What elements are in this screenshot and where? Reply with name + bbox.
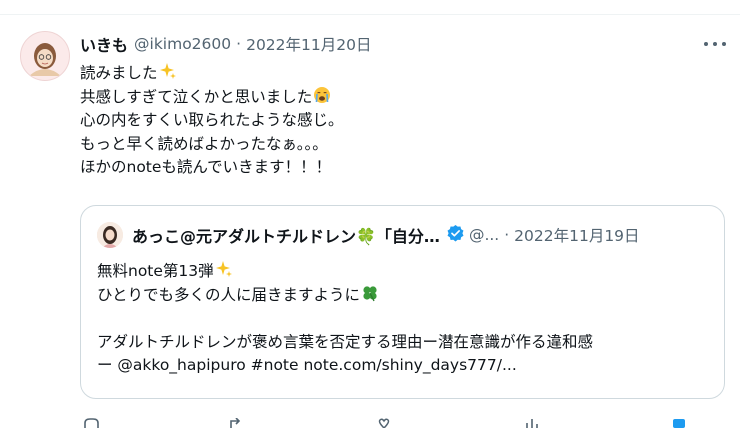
avatar[interactable] — [20, 31, 70, 81]
display-name[interactable]: いきも — [80, 32, 128, 56]
tweet-line: 共感しすぎて泣くかと思いました — [80, 86, 344, 110]
reply-icon[interactable] — [82, 413, 100, 428]
quote-display-name[interactable]: あっこ@元アダルトチルドレン🍀「自分… — [132, 223, 440, 247]
tweet-line: 心の内をすくい取られたような感じ。 — [80, 111, 344, 129]
top-bar — [0, 0, 740, 15]
action-bar — [80, 413, 725, 429]
quote-separator: · — [504, 226, 510, 244]
tweet-line: もっと早く読めばよかったなぁ。。。 — [80, 134, 328, 153]
quote-avatar[interactable] — [97, 222, 123, 248]
clover-emoji — [361, 284, 379, 310]
handle[interactable]: @ikimo2600 — [134, 35, 231, 53]
retweet-icon[interactable] — [227, 413, 245, 428]
tweet-line: ほかのnoteも読んでいきます！！！ — [80, 158, 332, 176]
crying-face-emoji — [313, 86, 331, 112]
separator: · — [236, 35, 242, 53]
quote-header: あっこ@元アダルトチルドレン🍀「自分… @... · 2022年11月19日 — [132, 224, 640, 246]
tweet-header: いきも @ikimo2600 · 2022年11月20日 — [80, 33, 371, 55]
quote-line[interactable]: ー @akko_hapipuro #note note.com/shiny_da… — [97, 354, 593, 378]
quote-line: アダルトチルドレンが褒め言葉を否定する理由ー潜在意識が作る違和感 — [97, 332, 594, 351]
sparkles-emoji — [159, 62, 177, 88]
timestamp[interactable]: 2022年11月20日 — [246, 33, 371, 55]
quote-text: 無料note第13弾 ひとりでも多くの人に届きますように アダルトチルドレンが褒… — [97, 260, 593, 378]
bookmark-icon[interactable] — [670, 413, 688, 428]
quote-line: 無料note第13弾 — [97, 260, 593, 284]
quote-line: ひとりでも多くの人に届きますように — [97, 284, 593, 308]
like-icon[interactable] — [375, 413, 393, 429]
sparkles-emoji — [215, 260, 233, 286]
quote-line — [97, 307, 593, 331]
tweet-text: 読みました 共感しすぎて泣くかと思いました 心の内をすくい取られたような感じ。 … — [80, 62, 344, 180]
more-icon[interactable] — [704, 39, 726, 49]
quote-timestamp[interactable]: 2022年11月19日 — [514, 224, 639, 246]
tweet-line: 読みました — [80, 62, 344, 86]
verified-badge-icon — [446, 224, 465, 247]
quote-handle[interactable]: @... — [469, 226, 499, 244]
quoted-tweet-card[interactable]: あっこ@元アダルトチルドレン🍀「自分… @... · 2022年11月19日 無… — [80, 205, 725, 399]
views-icon[interactable] — [523, 413, 541, 428]
